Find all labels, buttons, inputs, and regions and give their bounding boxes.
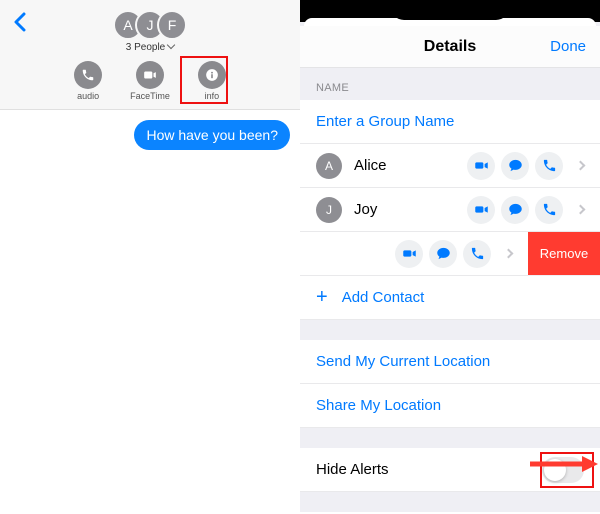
share-location-button[interactable]: Share My Location bbox=[300, 384, 600, 428]
call-button[interactable] bbox=[463, 240, 491, 268]
message-button[interactable] bbox=[501, 196, 529, 224]
member-row[interactable]: J Joy bbox=[300, 188, 600, 232]
header-actions: audio FaceTime info bbox=[0, 61, 300, 101]
hide-alerts-row: Hide Alerts bbox=[300, 448, 600, 492]
chat-icon bbox=[436, 246, 451, 261]
section-gap bbox=[300, 428, 600, 448]
plus-icon: + bbox=[316, 286, 328, 309]
call-button[interactable] bbox=[535, 152, 563, 180]
chevron-right-icon bbox=[576, 161, 586, 171]
facetime-button[interactable] bbox=[467, 152, 495, 180]
call-button[interactable] bbox=[535, 196, 563, 224]
video-icon bbox=[474, 202, 489, 217]
info-icon bbox=[205, 68, 219, 82]
video-icon bbox=[143, 68, 157, 82]
chat-icon bbox=[508, 158, 523, 173]
message-row: How have you been? bbox=[0, 110, 300, 150]
section-gap bbox=[300, 492, 600, 512]
message-button[interactable] bbox=[429, 240, 457, 268]
chevron-down-icon bbox=[167, 41, 175, 49]
phone-icon bbox=[542, 202, 557, 217]
chevron-right-icon bbox=[576, 205, 586, 215]
group-subtitle[interactable]: 3 People bbox=[0, 42, 300, 53]
audio-button[interactable]: audio bbox=[74, 61, 102, 101]
add-contact-button[interactable]: + Add Contact bbox=[300, 276, 600, 320]
info-button[interactable]: info bbox=[198, 61, 226, 101]
video-icon bbox=[402, 246, 417, 261]
details-title: Details bbox=[424, 38, 476, 56]
phone-icon bbox=[470, 246, 485, 261]
facetime-button[interactable]: FaceTime bbox=[130, 61, 170, 101]
video-icon bbox=[474, 158, 489, 173]
avatar: J bbox=[316, 197, 342, 223]
member-row-swiped[interactable]: ye Remove bbox=[300, 232, 528, 276]
messages-conversation-pane: A J F 3 People audio FaceTime info How h… bbox=[0, 0, 300, 514]
details-pane: Details Done NAME Enter a Group Name A A… bbox=[300, 0, 600, 514]
phone-icon bbox=[542, 158, 557, 173]
conversation-header: A J F 3 People audio FaceTime info bbox=[0, 0, 300, 110]
sent-message-bubble[interactable]: How have you been? bbox=[134, 120, 290, 150]
group-name-field[interactable]: Enter a Group Name bbox=[300, 100, 600, 144]
chevron-right-icon bbox=[504, 249, 514, 259]
avatar: A bbox=[316, 153, 342, 179]
hide-alerts-label: Hide Alerts bbox=[316, 461, 389, 478]
back-button[interactable] bbox=[12, 12, 26, 32]
member-name: ye bbox=[300, 245, 395, 262]
avatar: F bbox=[157, 10, 187, 40]
hide-alerts-toggle[interactable] bbox=[542, 457, 584, 483]
message-button[interactable] bbox=[501, 152, 529, 180]
facetime-button[interactable] bbox=[395, 240, 423, 268]
member-row[interactable]: A Alice bbox=[300, 144, 600, 188]
section-gap bbox=[300, 320, 600, 340]
details-header: Details Done bbox=[300, 26, 600, 68]
phone-icon bbox=[81, 68, 95, 82]
group-avatar-stack[interactable]: A J F bbox=[0, 10, 300, 40]
chat-icon bbox=[508, 202, 523, 217]
remove-button[interactable]: Remove bbox=[528, 232, 600, 275]
send-location-button[interactable]: Send My Current Location bbox=[300, 340, 600, 384]
facetime-button[interactable] bbox=[467, 196, 495, 224]
done-button[interactable]: Done bbox=[550, 38, 586, 55]
member-name: Joy bbox=[354, 201, 467, 218]
member-name: Alice bbox=[354, 157, 467, 174]
name-section-label: NAME bbox=[300, 68, 600, 100]
